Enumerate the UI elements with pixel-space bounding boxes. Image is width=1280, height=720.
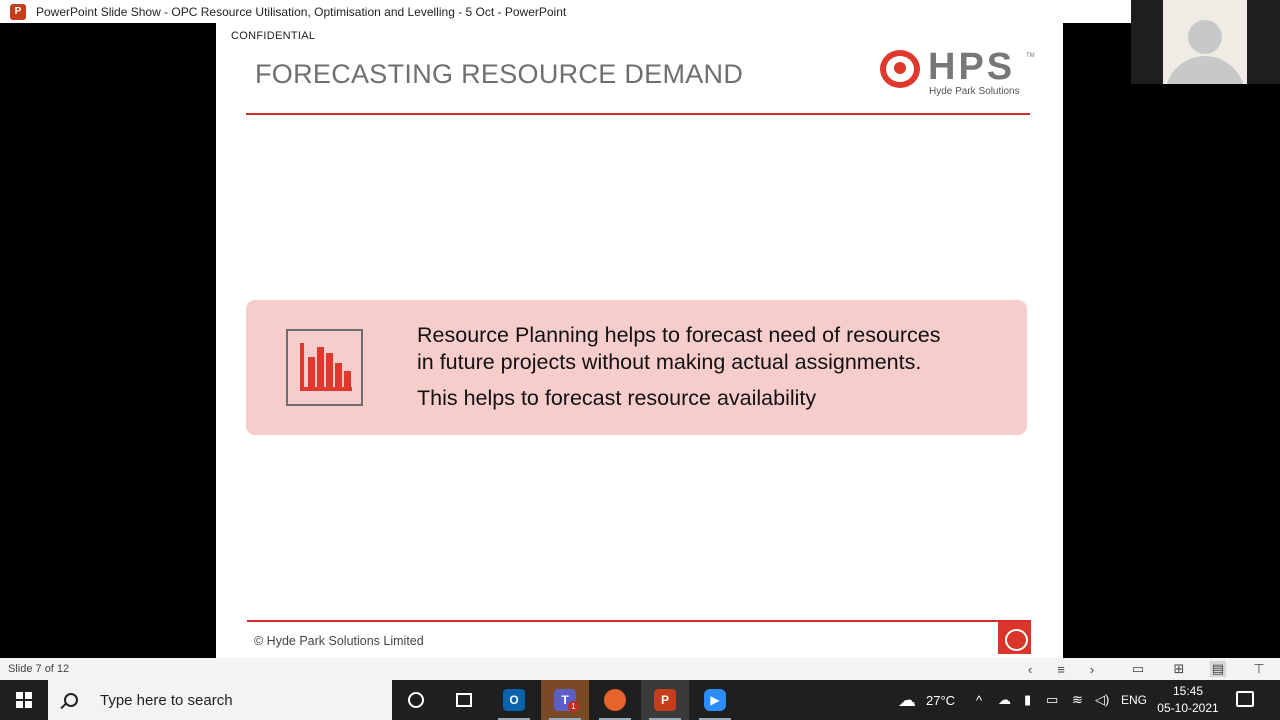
webcam-preview — [1131, 0, 1280, 84]
weather-cloud-icon: ☁ — [898, 689, 916, 710]
trademark-mark: TM — [1026, 53, 1035, 59]
info-callout: Resource Planning helps to forecast need… — [246, 300, 1027, 435]
participant-avatar — [1163, 0, 1247, 84]
outlook-taskbar-button[interactable]: O — [490, 680, 538, 720]
hps-logo: HPS TM Hyde Park Solutions — [880, 46, 1040, 100]
normal-view-icon[interactable]: ▭ — [1130, 661, 1146, 677]
language-indicator[interactable]: ENG — [1121, 680, 1147, 720]
status-bar: Slide 7 of 12 ‹ ≡ › ▭ ⊞ ▤ ⊤ — [0, 658, 1280, 680]
previous-slide-icon[interactable]: ‹ — [1022, 661, 1038, 677]
slide-title: FORECASTING RESOURCE DEMAND — [255, 59, 744, 89]
slide-menu-icon[interactable]: ≡ — [1053, 661, 1069, 677]
cortana-icon — [408, 692, 424, 708]
info-text: Resource Planning helps to forecast need… — [417, 322, 940, 412]
notification-center-icon[interactable] — [1236, 691, 1254, 707]
hps-logo-subtitle: Hyde Park Solutions — [929, 86, 1020, 97]
next-slide-icon[interactable]: › — [1084, 661, 1100, 677]
onedrive-icon[interactable]: ☁ — [998, 680, 1011, 720]
cortana-button[interactable] — [392, 680, 440, 720]
powerpoint-app-icon: P — [10, 3, 26, 20]
slide-show-icon[interactable]: ⊤ — [1251, 661, 1267, 677]
footer-copyright: © Hyde Park Solutions Limited — [254, 634, 424, 648]
clock-time: 15:45 — [1172, 684, 1204, 698]
hps-logo-text: HPS — [928, 46, 1016, 88]
window-title-bar: P PowerPoint Slide Show - OPC Resource U… — [0, 0, 1131, 23]
slide-canvas: CONFIDENTIAL FORECASTING RESOURCE DEMAND… — [216, 23, 1063, 658]
taskbar-search[interactable]: Type here to search — [48, 680, 392, 720]
taskbar-clock[interactable]: 15:45 05-10-2021 — [1150, 683, 1226, 717]
task-view-icon — [456, 693, 472, 707]
outlook-icon: O — [503, 689, 525, 711]
reading-view-icon[interactable]: ▤ — [1210, 661, 1226, 677]
firefox-icon — [604, 689, 626, 711]
show-hidden-icons-button[interactable]: ^ — [976, 680, 982, 720]
search-icon — [64, 693, 78, 707]
wifi-icon[interactable]: ≋ — [1072, 680, 1083, 720]
taskbar: Type here to search O T 1 P ▶ ☁ 27°C ^ ☁… — [0, 680, 1280, 720]
title-divider — [246, 113, 1030, 115]
chevron-up-icon: ^ — [976, 692, 983, 708]
firefox-taskbar-button[interactable] — [591, 680, 639, 720]
teams-taskbar-button[interactable]: T 1 — [541, 680, 589, 720]
clock-date: 05-10-2021 — [1157, 701, 1219, 715]
windows-logo-icon — [16, 692, 32, 708]
window-title: PowerPoint Slide Show - OPC Resource Uti… — [36, 4, 567, 19]
powerpoint-taskbar-button[interactable]: P — [641, 680, 689, 720]
info-line-2: in future projects without making actual… — [417, 350, 922, 374]
teams-notification-badge: 1 — [568, 701, 579, 712]
slide-counter: Slide 7 of 12 — [8, 663, 70, 675]
microphone-icon[interactable]: ▮ — [1024, 680, 1031, 720]
footer-divider — [247, 620, 1031, 622]
search-placeholder: Type here to search — [100, 691, 233, 709]
hps-tree-icon — [880, 50, 920, 88]
zoom-taskbar-button[interactable]: ▶ — [691, 680, 739, 720]
bar-chart-icon — [286, 329, 363, 406]
weather-temperature: 27°C — [926, 692, 956, 708]
info-line-1: Resource Planning helps to forecast need… — [417, 323, 941, 347]
powerpoint-icon: P — [654, 689, 676, 711]
info-line-3: This helps to forecast resource availabi… — [417, 386, 817, 410]
slide-sorter-icon[interactable]: ⊞ — [1171, 661, 1187, 677]
zoom-icon: ▶ — [704, 689, 726, 711]
confidential-label: CONFIDENTIAL — [231, 30, 316, 41]
footer-logo-icon — [998, 622, 1031, 654]
task-view-button[interactable] — [440, 680, 488, 720]
battery-icon[interactable]: ▭ — [1046, 680, 1058, 720]
weather-widget[interactable]: ☁ 27°C — [898, 680, 955, 720]
volume-icon[interactable]: ◁) — [1095, 680, 1109, 720]
start-button[interactable] — [0, 680, 48, 720]
